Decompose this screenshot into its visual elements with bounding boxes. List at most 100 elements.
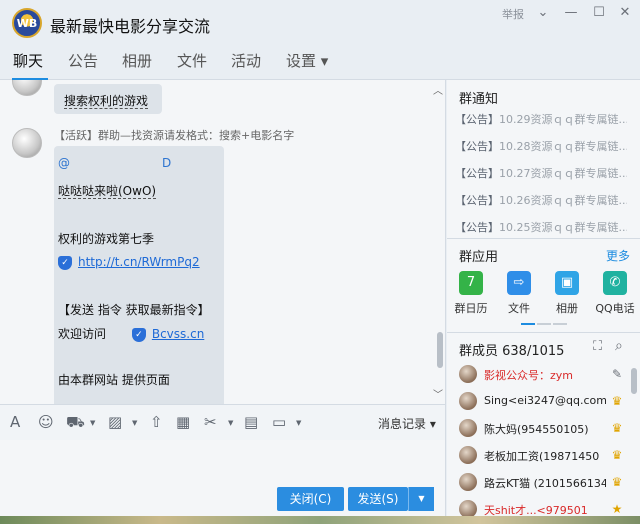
message-link[interactable]: Bcvss.cn bbox=[152, 327, 204, 341]
scroll-down-icon[interactable]: ﹀ bbox=[433, 386, 443, 401]
message-line: 由本群网站 提供页面 bbox=[58, 373, 170, 387]
message-link[interactable]: http://t.cn/RWrmPq2 bbox=[78, 255, 200, 269]
shield-icon: ✓ bbox=[131, 327, 146, 342]
apps-page-indicator[interactable] bbox=[537, 323, 551, 325]
close-button[interactable]: 关闭(C) bbox=[277, 487, 344, 511]
chat-scrollbar-thumb[interactable] bbox=[437, 332, 443, 368]
app-files[interactable]: ⇨ 文件 bbox=[495, 271, 543, 316]
notice-item[interactable]: 【公告】10.27资源ｑｑ群专属链... bbox=[455, 165, 627, 181]
bot-avatar[interactable] bbox=[12, 128, 42, 158]
avatar[interactable] bbox=[459, 365, 477, 383]
member-row[interactable]: 陈大妈(954550105) ♛ bbox=[447, 415, 627, 442]
message-link-row: 欢迎访问 ✓ Bcvss.cn bbox=[58, 325, 204, 342]
member-row[interactable]: 影视公众号：zym ✎ bbox=[447, 361, 627, 388]
apps-more-link[interactable]: 更多 bbox=[606, 247, 630, 264]
app-album[interactable]: ▣ 相册 bbox=[543, 271, 591, 316]
app-label: 文件 bbox=[508, 302, 530, 315]
screen-share-icon[interactable]: ▭ bbox=[272, 413, 286, 431]
mention-d[interactable]: D bbox=[162, 156, 171, 170]
sender-name: 【活跃】群助—找资源请发格式：搜索+电影名字 bbox=[54, 129, 295, 142]
tab-settings[interactable]: 设置 ▾ bbox=[286, 50, 328, 71]
tab-notice[interactable]: 公告 bbox=[68, 50, 98, 71]
search-icon[interactable]: ⌕ bbox=[615, 338, 623, 354]
message-link-row: ✓ http://t.cn/RWrmPq2 bbox=[58, 255, 200, 270]
app-calendar[interactable]: 7 群日历 bbox=[447, 271, 495, 316]
member-name: 陈大妈(954550105) bbox=[484, 423, 589, 436]
avatar[interactable] bbox=[459, 419, 477, 437]
file-share-icon: ⇨ bbox=[507, 271, 531, 295]
mention-at[interactable]: @ bbox=[58, 156, 70, 170]
notice-item[interactable]: 【公告】10.28资源ｑｑ群专属链... bbox=[455, 138, 627, 154]
admin-icon: ♛ bbox=[611, 394, 623, 408]
apps-page-indicator[interactable] bbox=[553, 323, 567, 325]
send-button[interactable]: 发送(S) bbox=[348, 487, 408, 511]
window-title: 最新最快电影分享交流 bbox=[50, 17, 211, 36]
tab-files[interactable]: 文件 bbox=[177, 50, 207, 71]
members-title: 群成员 638/1015 bbox=[459, 344, 565, 359]
report-link[interactable]: 举报 bbox=[502, 6, 524, 22]
photo-icon: ▣ bbox=[555, 271, 579, 295]
caret-icon[interactable]: ▼ bbox=[90, 419, 95, 427]
avatar[interactable] bbox=[459, 473, 477, 491]
divider bbox=[447, 332, 640, 333]
apps-page-indicator-active[interactable] bbox=[521, 323, 535, 325]
notice-item[interactable]: 【公告】10.26资源ｑｑ群专属链... bbox=[455, 192, 627, 208]
avatar[interactable] bbox=[459, 392, 477, 410]
member-name: Sing<ei3247@qq.com> bbox=[484, 394, 606, 407]
minimize-icon[interactable]: — bbox=[562, 4, 580, 22]
tab-chat[interactable]: 聊天 bbox=[13, 50, 43, 71]
avatar[interactable] bbox=[459, 446, 477, 464]
admin-icon: ♛ bbox=[611, 475, 623, 489]
notice-item[interactable]: 【公告】10.29资源ｑｑ群专属链... bbox=[455, 111, 627, 127]
apps-title: 群应用 bbox=[459, 250, 499, 265]
calendar-icon: 7 bbox=[459, 271, 483, 295]
send-options-dropdown[interactable]: ▼ bbox=[408, 487, 434, 511]
title-bar: WB 最新最快电影分享交流 举报 ⌄ — ☐ ✕ bbox=[0, 0, 640, 44]
close-icon[interactable]: ✕ bbox=[616, 4, 634, 22]
admin-icon: ♛ bbox=[611, 448, 623, 462]
member-list-scrollbar[interactable] bbox=[631, 368, 637, 394]
notice-title: 群通知 bbox=[459, 92, 499, 107]
member-name: 老板加工资(19871450 bbox=[484, 450, 600, 463]
member-manage-icon[interactable]: ⛶ bbox=[593, 339, 602, 354]
edit-icon[interactable]: ✎ bbox=[609, 366, 625, 382]
caret-icon[interactable]: ▼ bbox=[228, 419, 233, 427]
member-row[interactable]: 路云KT猫 (2101566134) ♛ bbox=[447, 469, 627, 496]
scroll-up-icon[interactable]: ︿ bbox=[433, 82, 443, 97]
message-input[interactable] bbox=[0, 440, 446, 524]
member-name: 影视公众号：zym bbox=[484, 369, 573, 382]
caret-icon[interactable]: ▼ bbox=[296, 419, 301, 427]
group-side-panel: 群通知 【公告】10.29资源ｑｑ群专属链... 【公告】10.28资源ｑｑ群专… bbox=[447, 80, 640, 524]
font-icon[interactable]: A bbox=[10, 413, 20, 431]
box-icon[interactable]: ▤ bbox=[244, 413, 258, 431]
tab-bar: 聊天 公告 相册 文件 活动 设置 ▾ bbox=[0, 44, 640, 80]
owner-icon: ★ bbox=[611, 502, 623, 516]
phone-icon: ✆ bbox=[603, 271, 627, 295]
maximize-icon[interactable]: ☐ bbox=[590, 4, 608, 22]
notice-item[interactable]: 【公告】10.25资源ｑｑ群专属链... bbox=[455, 219, 627, 235]
logo-text: WB bbox=[16, 17, 38, 30]
message-line: 权利的游戏第七季 bbox=[58, 232, 155, 246]
desktop-background-strip bbox=[0, 516, 640, 524]
avatar[interactable] bbox=[12, 80, 42, 96]
member-row[interactable]: Sing<ei3247@qq.com> ♛ bbox=[447, 388, 627, 415]
app-label: QQ电话 bbox=[595, 302, 635, 315]
emoji-icon[interactable]: ☺ bbox=[38, 413, 54, 431]
message-text: 欢迎访问 bbox=[58, 327, 107, 341]
dropdown-icon[interactable]: ⌄ bbox=[534, 4, 552, 22]
caret-icon[interactable]: ▼ bbox=[132, 419, 137, 427]
image-icon[interactable]: ▨ bbox=[108, 413, 122, 431]
scissors-icon[interactable]: ✂ bbox=[204, 413, 217, 431]
upload-icon[interactable]: ⇧ bbox=[150, 413, 163, 431]
tab-activity[interactable]: 活动 bbox=[231, 50, 261, 71]
message-line: 【发送 指令 获取最新指令】 bbox=[58, 303, 210, 317]
group-logo[interactable]: WB bbox=[12, 8, 42, 38]
gift-icon[interactable]: ⛟ bbox=[66, 413, 85, 433]
calendar-icon[interactable]: ▦ bbox=[176, 413, 190, 431]
divider bbox=[447, 238, 640, 239]
chat-message-area[interactable]: 搜索权利的游戏 【活跃】群助—找资源请发格式：搜索+电影名字 @ D 哒哒哒来啦… bbox=[0, 80, 446, 404]
message-history-button[interactable]: 消息记录 ▾ bbox=[378, 415, 436, 432]
tab-album[interactable]: 相册 bbox=[122, 50, 152, 71]
member-row[interactable]: 老板加工资(19871450 ♛ bbox=[447, 442, 627, 469]
app-qq-phone[interactable]: ✆ QQ电话 bbox=[591, 271, 639, 316]
